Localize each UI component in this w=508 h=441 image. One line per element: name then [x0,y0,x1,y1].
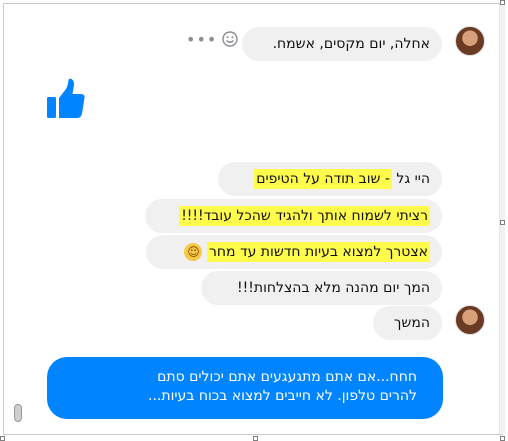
message-text: היי גל [391,171,430,187]
highlighted-text: - שוב תודה על הטיפים [254,169,392,189]
resize-handle-top-right[interactable] [500,0,505,5]
highlighted-text: אצטרך למצוא בעיות חדשות עד מחר [206,242,430,262]
message-text: אחלה, יום מקסים, אשמח. [272,36,430,52]
scroll-thumb[interactable] [14,404,22,422]
message-text-line-2: להרים טלפון. לא חייבים למצוא בכוח בעיות.… [148,388,417,404]
message-bubble-incoming[interactable]: המשך [373,306,442,340]
message-bubble-incoming[interactable]: אחלה, יום מקסים, אשמח. [242,27,442,61]
thumbs-up-icon[interactable] [46,78,86,120]
resize-handle-bottom-right[interactable] [500,436,505,441]
resize-handle-bottom-middle[interactable] [253,436,258,441]
resize-handle-middle-right[interactable] [500,220,505,225]
message-bubble-outgoing[interactable]: רציתי לשמוח אותך ולהגיד שהכל עובד!!!! [145,199,442,233]
smiley-emoji: ☺ [184,243,203,261]
message-bubble-outgoing[interactable]: היי גל - שוב תודה על הטיפים [218,162,442,196]
message-bubble-outgoing[interactable]: המך יום מהנה מלא בהצלחות!!! [201,271,442,305]
message-text-line-1: חחח...אם אתם מתגעגעים אתם יכולים סתם [157,369,417,385]
message-text: המשך [393,315,430,331]
message-bubble-outgoing[interactable]: אצטרך למצוא בעיות חדשות עד מחר ☺ [146,235,442,269]
message-actions: ••• [186,29,239,49]
message-text: המך יום מהנה מלא בהצלחות!!! [237,280,430,296]
message-bubble-sent[interactable]: חחח...אם אתם מתגעגעים אתם יכולים סתם להר… [47,357,443,419]
more-options-icon[interactable]: ••• [186,30,217,49]
avatar[interactable] [455,26,485,56]
smiley-icon[interactable] [222,31,239,47]
resize-handle-bottom-left[interactable] [0,436,5,441]
highlighted-text: רציתי לשמוח אותך ולהגיד שהכל עובד!!!! [179,206,430,226]
avatar[interactable] [455,305,485,335]
scrollbar[interactable] [499,4,505,434]
